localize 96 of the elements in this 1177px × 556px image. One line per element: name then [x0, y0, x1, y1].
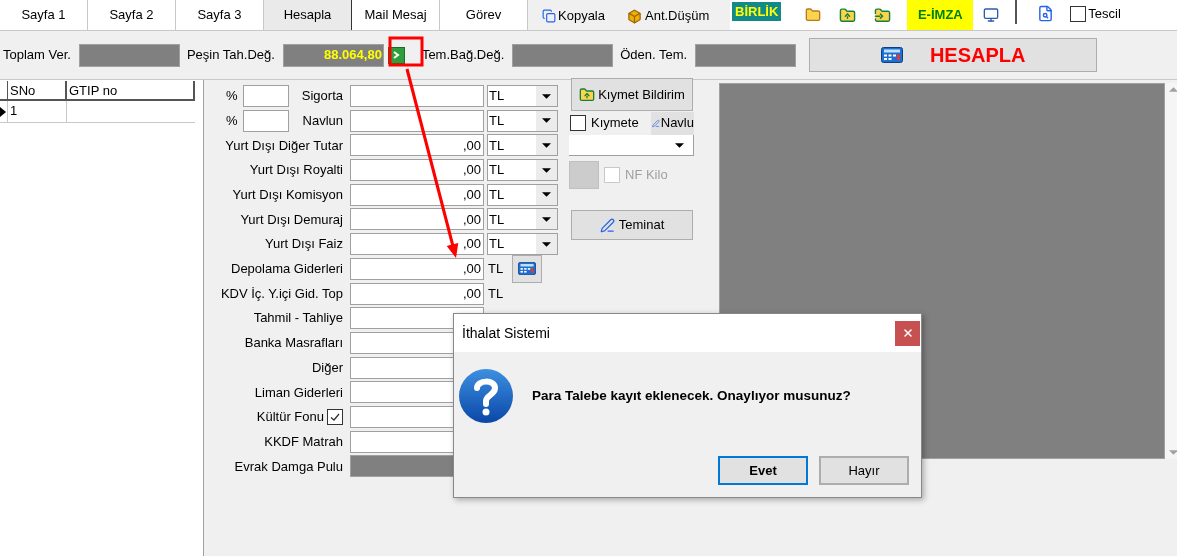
- field-label: KKDF Matrah: [264, 432, 343, 451]
- guarantee-button[interactable]: Teminat: [571, 210, 693, 240]
- dropdown-field[interactable]: [569, 135, 694, 156]
- color-swatch[interactable]: [569, 161, 599, 189]
- dropdown-arrow-icon: [542, 216, 551, 222]
- table-cell: 1: [8, 101, 67, 122]
- percent-field[interactable]: [242, 85, 289, 107]
- amount-field[interactable]: ,00: [350, 282, 484, 305]
- amount-field[interactable]: ,00: [350, 134, 484, 157]
- dropdown-arrow-icon: [542, 192, 551, 198]
- copy-button[interactable]: Kopyala: [542, 6, 605, 26]
- field-label: Yurt Dışı Faiz: [264, 235, 343, 254]
- pen-icon: [652, 117, 660, 129]
- chevron-icon: [392, 51, 401, 59]
- amount-field[interactable]: ,00: [350, 183, 484, 206]
- calculator-icon: [880, 47, 903, 63]
- value-declaration-button[interactable]: Kıymet Bildirim: [571, 78, 693, 111]
- scroll-up-icon[interactable]: [1169, 87, 1177, 92]
- currency-select[interactable]: TL: [487, 109, 558, 132]
- field-label: Liman Giderleri: [254, 383, 343, 402]
- currency-label: TL: [487, 284, 504, 303]
- checkbox-label: Tescil: [1088, 5, 1121, 23]
- highlight-frame: [388, 36, 424, 67]
- field-label: Yurt Dışı Royalti: [249, 161, 343, 180]
- percent-field[interactable]: [242, 109, 289, 132]
- column-header[interactable]: GTIP no: [67, 81, 195, 99]
- document-search-icon[interactable]: [1037, 5, 1055, 22]
- dropdown-arrow-icon: [542, 142, 551, 148]
- currency-select[interactable]: TL: [487, 233, 558, 256]
- currency-label: TL: [487, 260, 504, 279]
- field-label: Kültür Fonu: [256, 408, 324, 427]
- folder-up-icon: [579, 86, 596, 103]
- field-label: KDV İç. Y.içi Gid. Top: [220, 284, 343, 303]
- field-label: Evrak Damga Pulu: [234, 457, 343, 476]
- amount-field[interactable]: ,00: [350, 208, 484, 231]
- field-label: Yurt Dışı Diğer Tutar: [225, 136, 343, 155]
- field-label: Depolama Giderleri: [231, 260, 343, 279]
- currency-select[interactable]: TL: [487, 85, 558, 107]
- field-label: Diğer: [311, 358, 343, 377]
- monitor-icon[interactable]: [983, 7, 1000, 23]
- dropdown-arrow-icon: [542, 118, 551, 124]
- amount-field[interactable]: ,00: [350, 159, 484, 182]
- total-label: Öden. Tem.: [620, 46, 688, 65]
- close-icon: [901, 327, 914, 339]
- e-signature-button[interactable]: E-İMZA: [907, 0, 974, 30]
- checkbox-label: NF Kilo: [625, 166, 668, 185]
- checkbox[interactable]: [570, 115, 586, 131]
- percent-label: %: [226, 111, 238, 130]
- scrollbar[interactable]: [1165, 83, 1177, 459]
- total-label: Toplam Ver.: [3, 46, 71, 65]
- amount-field[interactable]: ,00: [350, 233, 484, 256]
- calculator-icon: [518, 262, 537, 276]
- field-label: Yurt Dışı Komisyon: [232, 186, 343, 204]
- currency-select[interactable]: TL: [487, 183, 558, 206]
- union-badge: BİRLİK: [732, 2, 782, 21]
- total-label: Tem.Bağ.Değ.: [421, 46, 505, 65]
- checkbox[interactable]: [327, 408, 343, 425]
- tab[interactable]: Hesapla: [264, 0, 352, 30]
- freight-button[interactable]: Navlu: [651, 111, 694, 135]
- close-button[interactable]: [895, 320, 920, 346]
- dropdown-arrow-icon: [542, 93, 551, 99]
- dialog-button[interactable]: Evet: [718, 456, 808, 485]
- dropdown-arrow-icon: [542, 241, 551, 247]
- folder-arrow-icon[interactable]: [874, 6, 892, 24]
- row-pointer-icon: [0, 106, 6, 117]
- dropdown-arrow-icon: [542, 167, 551, 173]
- total-label: Peşin Tah.Değ.: [186, 46, 275, 65]
- currency-select[interactable]: TL: [487, 134, 558, 157]
- folder-up-icon[interactable]: [839, 6, 857, 24]
- question-icon: [458, 368, 514, 424]
- column-header[interactable]: SNo: [8, 81, 67, 99]
- currency-select[interactable]: TL: [487, 208, 558, 231]
- field-label: Tahmil - Tahliye: [253, 309, 343, 328]
- box-icon: [627, 8, 642, 24]
- scroll-down-icon[interactable]: [1169, 450, 1177, 455]
- amount-field[interactable]: [350, 109, 484, 132]
- dialog-button[interactable]: Hayır: [819, 456, 909, 485]
- total-field: 88.064,80: [282, 43, 384, 67]
- checkbox-label: Kıymete: [591, 114, 639, 133]
- currency-select[interactable]: TL: [487, 159, 558, 182]
- copy-icon: [542, 9, 556, 23]
- percent-label: %: [226, 87, 238, 106]
- deduction-button[interactable]: Ant.Düşüm: [627, 6, 710, 26]
- calculator-button[interactable]: [512, 254, 543, 283]
- field-label: Banka Masrafları: [244, 334, 343, 353]
- field-label: Yurt Dışı Demuraj: [240, 210, 343, 229]
- folder-icon[interactable]: [805, 7, 822, 23]
- dialog-message: Para Talebe kayıt eklenecek. Onaylıyor musunuz?: [532, 386, 851, 405]
- field-label: Sigorta: [301, 87, 343, 106]
- amount-field[interactable]: ,00: [350, 257, 484, 280]
- pen-icon: [599, 217, 615, 233]
- field-label: Navlun: [302, 111, 343, 130]
- amount-field[interactable]: [350, 85, 484, 107]
- dialog-title: İthalat Sistemi: [462, 323, 550, 343]
- dropdown-arrow-icon: [675, 142, 684, 148]
- checkbox[interactable]: [1070, 5, 1087, 22]
